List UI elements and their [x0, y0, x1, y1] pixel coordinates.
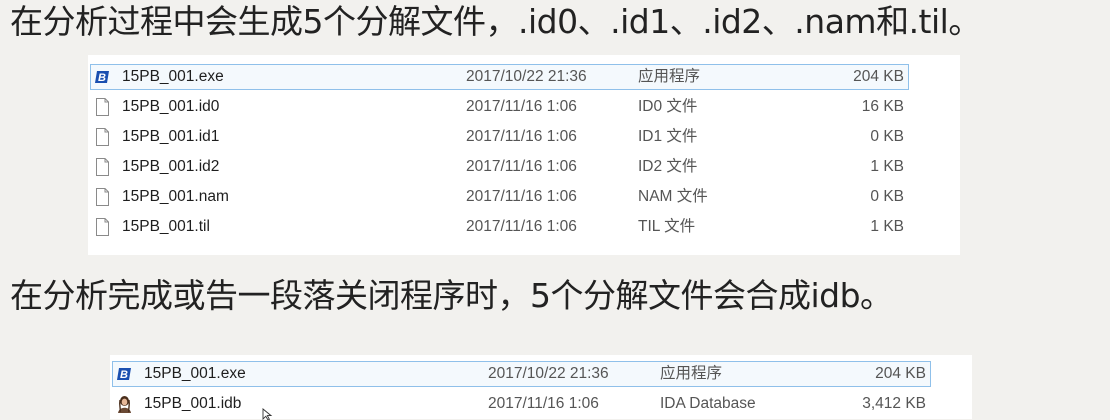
file-row[interactable]: 15PB_001.id1 2017/11/16 1:06 ID1 文件 0 KB [88, 123, 960, 151]
file-row[interactable]: B 15PB_001.exe 2017/10/22 21:36 应用程序 204… [110, 360, 972, 388]
file-date: 2017/10/22 21:36 [488, 365, 609, 382]
file-size: 3,412 KB [862, 395, 926, 412]
file-type: ID0 文件 [638, 98, 698, 115]
file-name: 15PB_001.exe [144, 365, 246, 382]
file-name: 15PB_001.id1 [122, 128, 220, 145]
file-icon [96, 128, 109, 146]
file-name: 15PB_001.id0 [122, 98, 220, 115]
file-name: 15PB_001.id2 [122, 158, 220, 175]
file-row[interactable]: 15PB_001.nam 2017/11/16 1:06 NAM 文件 0 KB [88, 183, 960, 211]
file-size: 1 KB [870, 158, 904, 175]
file-type: ID1 文件 [638, 128, 698, 145]
file-type: NAM 文件 [638, 188, 708, 205]
file-name: 15PB_001.exe [122, 68, 224, 85]
exe-app-icon: B [95, 71, 109, 84]
file-type: ID2 文件 [638, 158, 698, 175]
file-date: 2017/11/16 1:06 [466, 158, 577, 175]
file-row[interactable]: 15PB_001.id2 2017/11/16 1:06 ID2 文件 1 KB [88, 153, 960, 181]
mouse-cursor-icon [262, 408, 273, 420]
file-row[interactable]: 15PB_001.id0 2017/11/16 1:06 ID0 文件 16 K… [88, 93, 960, 121]
file-type: 应用程序 [638, 68, 701, 85]
file-date: 2017/11/16 1:06 [466, 128, 577, 145]
file-list-before: B 15PB_001.exe 2017/10/22 21:36 应用程序 204… [88, 55, 960, 255]
file-type: IDA Database [660, 395, 756, 412]
file-list-after: B 15PB_001.exe 2017/10/22 21:36 应用程序 204… [110, 355, 972, 419]
file-icon [96, 158, 109, 176]
file-size: 204 KB [875, 365, 926, 382]
file-name: 15PB_001.til [122, 218, 210, 235]
file-icon [96, 98, 109, 116]
svg-text:B: B [98, 72, 106, 84]
file-size: 0 KB [870, 188, 904, 205]
file-type: TIL 文件 [638, 218, 696, 235]
middle-heading: 在分析完成或告一段落关闭程序时，5个分解文件会合成idb。 [10, 276, 893, 315]
file-type: 应用程序 [660, 365, 723, 382]
file-size: 16 KB [861, 98, 904, 115]
svg-text:B: B [120, 369, 128, 381]
file-size: 1 KB [870, 218, 904, 235]
file-date: 2017/11/16 1:06 [466, 188, 577, 205]
file-row[interactable]: B 15PB_001.exe 2017/10/22 21:36 应用程序 204… [88, 63, 960, 91]
file-date: 2017/11/16 1:06 [466, 98, 577, 115]
file-row[interactable]: 15PB_001.idb 2017/11/16 1:06 IDA Databas… [110, 390, 972, 418]
ida-database-icon [118, 396, 131, 413]
file-size: 204 KB [853, 68, 904, 85]
exe-app-icon: B [117, 368, 131, 381]
file-icon [96, 188, 109, 206]
file-date: 2017/11/16 1:06 [488, 395, 599, 412]
file-name: 15PB_001.nam [122, 188, 229, 205]
file-name: 15PB_001.idb [144, 395, 242, 412]
file-row[interactable]: 15PB_001.til 2017/11/16 1:06 TIL 文件 1 KB [88, 213, 960, 241]
top-heading: 在分析过程中会生成5个分解文件，.id0、.id1、.id2、.nam和.til… [10, 2, 981, 41]
file-icon [96, 218, 109, 236]
file-date: 2017/10/22 21:36 [466, 68, 587, 85]
file-date: 2017/11/16 1:06 [466, 218, 577, 235]
file-size: 0 KB [870, 128, 904, 145]
